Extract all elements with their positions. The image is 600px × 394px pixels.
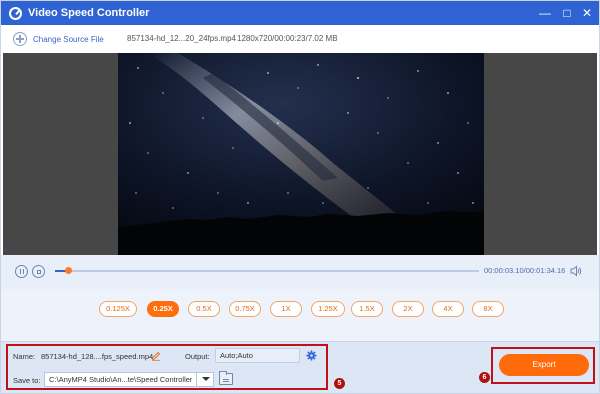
highlight-box-settings [6, 344, 328, 390]
pause-icon [19, 269, 24, 274]
video-preview-area [3, 53, 597, 255]
stop-button[interactable] [32, 265, 45, 278]
export-button[interactable]: Export [499, 354, 589, 376]
close-button[interactable]: ✕ [579, 5, 595, 21]
current-time: 00:00:03.10 [484, 266, 524, 275]
window-title: Video Speed Controller [28, 7, 150, 19]
export-settings-panel: Name: 857134-hd_128....fps_speed.mp4 Out… [1, 341, 599, 393]
minimize-button[interactable]: — [537, 5, 553, 21]
playback-controls: 00:00:03.10/00:01:34.16 [1, 255, 599, 289]
source-bar: Change Source File 857134-hd_12...20_24f… [1, 25, 599, 53]
speed-option[interactable]: 0.5X [188, 301, 220, 317]
app-logo-icon [9, 6, 22, 20]
source-file-name: 857134-hd_12...20_24fps.mp4 [127, 34, 236, 43]
progress-track[interactable] [55, 267, 479, 274]
step-badge-5: 5 [334, 378, 345, 389]
milky-way-night-sky-image [118, 53, 484, 255]
step-badge-6: 6 [479, 372, 490, 383]
speed-option[interactable]: 1X [270, 301, 302, 317]
total-time: 00:01:34.16 [525, 266, 566, 275]
app-window: Video Speed Controller — □ ✕ Change Sour… [0, 0, 600, 394]
speed-option[interactable]: 1.5X [351, 301, 383, 317]
time-display: 00:00:03.10/00:01:34.16 [484, 266, 565, 275]
speed-option[interactable]: 4X [432, 301, 464, 317]
speed-option[interactable]: 0.75X [229, 301, 261, 317]
video-frame [118, 53, 484, 255]
change-source-button[interactable]: Change Source File [13, 32, 104, 46]
volume-icon[interactable] [570, 265, 582, 277]
stop-icon [36, 269, 41, 274]
speed-option[interactable]: 8X [472, 301, 504, 317]
title-bar: Video Speed Controller — □ ✕ [1, 1, 599, 25]
pause-button[interactable] [15, 265, 28, 278]
speed-options: 0.125X 0.25X 0.5X 0.75X 1X 1.25X 1.5X 2X… [1, 289, 599, 341]
speed-option[interactable]: 0.125X [99, 301, 137, 317]
speed-option[interactable]: 2X [392, 301, 424, 317]
plus-circle-icon [13, 32, 27, 46]
speed-option[interactable]: 1.25X [311, 301, 345, 317]
maximize-button[interactable]: □ [559, 5, 575, 21]
speed-option-selected[interactable]: 0.25X [147, 301, 179, 317]
change-source-label: Change Source File [33, 34, 104, 44]
progress-thumb[interactable] [65, 267, 73, 274]
source-file-meta: 1280x720/00:00:23/7.02 MB [237, 34, 338, 43]
